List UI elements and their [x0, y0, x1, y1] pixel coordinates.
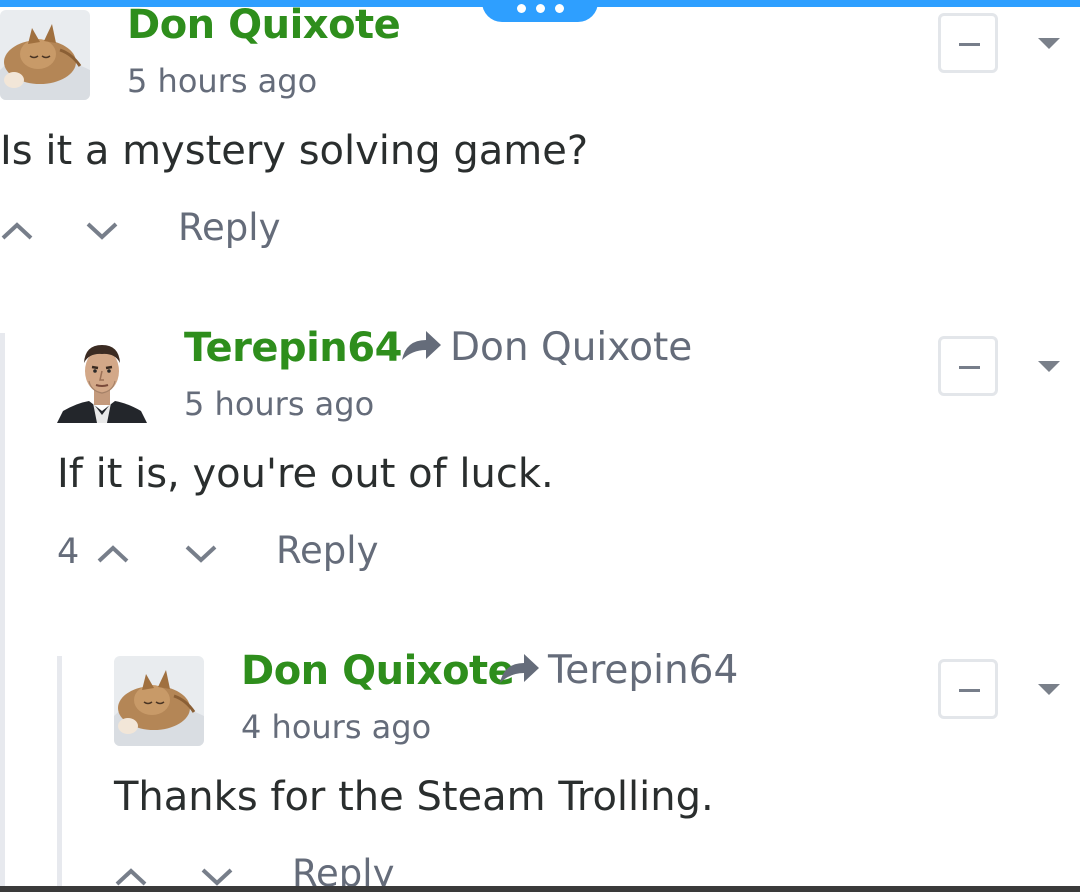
menu-caret-icon[interactable]	[1038, 361, 1060, 372]
kitten-avatar-image	[114, 656, 204, 746]
collapse-button[interactable]	[938, 336, 998, 396]
thread-line	[0, 333, 5, 892]
comment-timestamp[interactable]: 4 hours ago	[241, 708, 431, 746]
collapse-minus-icon	[959, 43, 980, 46]
comment-body: Is it a mystery solving game?	[0, 128, 589, 174]
reply-arrow-icon	[500, 654, 539, 683]
reply-to-link[interactable]: Don Quixote	[400, 325, 692, 370]
comments-page: Don Quixote 5 hours ago Is it a mystery …	[0, 0, 1080, 892]
reply-to-name: Terepin64	[548, 648, 739, 693]
upvote-icon[interactable]	[114, 866, 148, 888]
more-button[interactable]	[482, 0, 598, 22]
collapse-button[interactable]	[938, 13, 998, 73]
kitten-avatar-image	[0, 10, 90, 100]
comment-author[interactable]: Don Quixote	[127, 2, 401, 48]
reply-button[interactable]: Reply	[276, 529, 378, 572]
reply-arrow-icon	[402, 331, 441, 360]
man-portrait-avatar-image	[57, 333, 147, 423]
bottom-edge	[0, 886, 1080, 892]
comment-body: If it is, you're out of luck.	[57, 451, 554, 497]
collapse-minus-icon	[959, 366, 980, 369]
vote-count: 4	[57, 532, 80, 572]
reply-to-name: Don Quixote	[450, 325, 693, 370]
downvote-icon[interactable]	[184, 543, 218, 565]
avatar[interactable]	[114, 656, 204, 746]
downvote-icon[interactable]	[200, 866, 234, 888]
reply-button[interactable]: Reply	[178, 206, 280, 249]
comment-timestamp[interactable]: 5 hours ago	[184, 385, 374, 423]
comment-body: Thanks for the Steam Trolling.	[114, 774, 714, 820]
avatar[interactable]	[0, 10, 90, 100]
downvote-icon[interactable]	[85, 220, 119, 242]
upvote-icon[interactable]	[0, 220, 34, 242]
menu-caret-icon[interactable]	[1038, 38, 1060, 49]
comment-author[interactable]: Don Quixote	[241, 648, 515, 694]
thread-line	[57, 656, 62, 892]
collapse-button[interactable]	[938, 659, 998, 719]
collapse-minus-icon	[959, 689, 980, 692]
comment-author[interactable]: Terepin64	[184, 325, 402, 371]
upvote-icon[interactable]	[96, 543, 130, 565]
more-dots-icon	[482, 4, 598, 13]
reply-to-link[interactable]: Terepin64	[498, 648, 738, 693]
avatar[interactable]	[57, 333, 147, 423]
menu-caret-icon[interactable]	[1038, 684, 1060, 695]
comment-timestamp[interactable]: 5 hours ago	[127, 62, 317, 100]
